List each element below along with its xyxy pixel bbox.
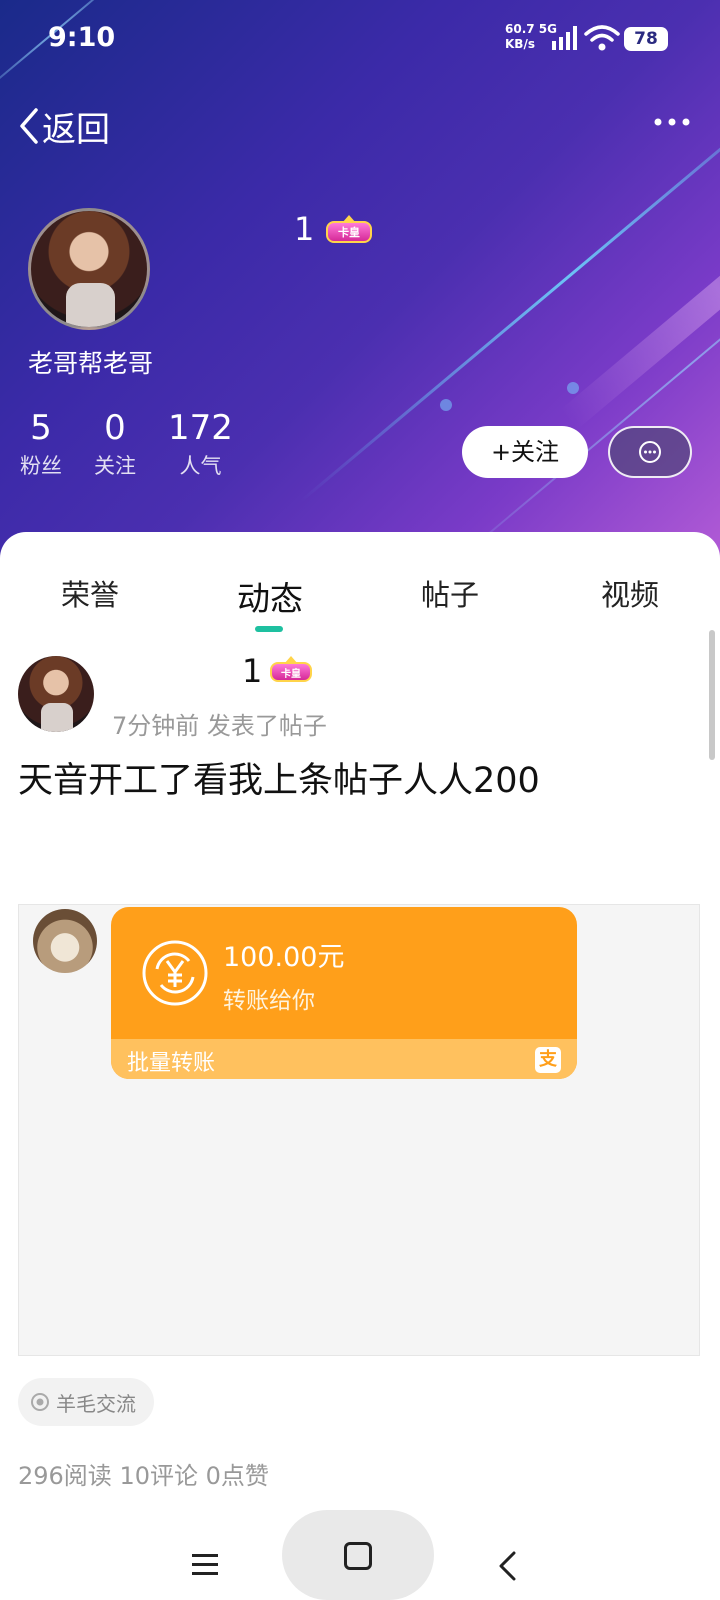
stat-label: 粉丝 <box>20 454 62 478</box>
tab-activity-label: 动态 <box>237 579 303 618</box>
message-button[interactable] <box>608 426 692 478</box>
post-action: 发表了帖子 <box>206 712 327 740</box>
tab-bar: 荣誉 动态 帖子 视频 <box>0 572 720 632</box>
system-nav-bar <box>0 1510 720 1600</box>
stat-following[interactable]: 0 关注 <box>94 408 136 480</box>
topic-icon <box>31 1393 49 1411</box>
menu-icon[interactable] <box>190 1552 220 1578</box>
user-level: 1 <box>294 210 315 248</box>
decor-dot <box>440 399 452 411</box>
tab-honor[interactable]: 荣誉 <box>0 572 180 632</box>
stat-label: 关注 <box>94 454 136 478</box>
scrollbar[interactable] <box>709 630 715 760</box>
post-meta: 7分钟前 发表了帖子 <box>112 706 327 741</box>
profile-header: 9:10 60.7 5G KB/s 78 返回 1 卡皇 老哥帮老哥 5 粉丝 … <box>0 0 720 560</box>
read-count: 296阅读 <box>18 1462 112 1490</box>
net-speed-unit: KB/s <box>505 37 535 51</box>
status-bar: 9:10 60.7 5G KB/s 78 <box>0 0 720 80</box>
battery-indicator: 78 <box>624 27 668 51</box>
net-speed-value: 60.7 <box>505 22 535 36</box>
stat-label: 人气 <box>179 454 222 478</box>
stat-value: 0 <box>104 408 126 448</box>
decor-beam <box>560 152 720 430</box>
topic-tag[interactable]: 羊毛交流 <box>18 1378 154 1426</box>
crown-badge: 卡皇 <box>270 656 312 682</box>
post-author-level: 1 <box>242 652 263 690</box>
like-count[interactable]: 0点赞 <box>206 1462 269 1490</box>
badge-text: 卡皇 <box>281 668 301 680</box>
post-time: 7分钟前 <box>112 712 200 740</box>
username: 老哥帮老哥 <box>28 349 154 378</box>
yuan-icon <box>142 940 208 1006</box>
badge-text: 卡皇 <box>338 226 360 239</box>
profile-stats: 5 粉丝 0 关注 172 人气 <box>20 408 265 480</box>
tab-posts[interactable]: 帖子 <box>360 572 540 632</box>
more-icon[interactable] <box>652 112 692 132</box>
chevron-left-icon <box>20 108 38 144</box>
batch-label: 批量转账 <box>127 1051 216 1076</box>
stat-value: 172 <box>168 408 233 448</box>
post-stats: 296阅读 10评论 0点赞 <box>18 1456 269 1491</box>
transfer-amount: 100.00元 <box>223 942 345 973</box>
tab-videos[interactable]: 视频 <box>540 572 720 632</box>
active-tab-indicator <box>255 626 283 632</box>
topic-label: 羊毛交流 <box>56 1391 136 1416</box>
transfer-card: 100.00元 转账给你 批量转账 支 <box>111 907 577 1079</box>
chat-icon <box>639 441 661 463</box>
decor-beam <box>420 140 720 560</box>
wifi-icon <box>584 25 620 51</box>
comment-count[interactable]: 10评论 <box>119 1462 198 1490</box>
crown-badge: 卡皇 <box>326 215 372 243</box>
alipay-icon: 支 <box>535 1047 561 1073</box>
chat-avatar <box>33 909 97 973</box>
signal-icon <box>552 26 577 50</box>
transfer-sub: 转账给你 <box>223 988 315 1014</box>
follow-button[interactable]: +关注 <box>462 426 588 478</box>
back-label: 返回 <box>42 109 110 150</box>
post-text[interactable]: 天音开工了看我上条帖子人人200 <box>18 752 540 803</box>
back-button[interactable]: 返回 <box>18 102 110 150</box>
stat-fans[interactable]: 5 粉丝 <box>20 408 62 480</box>
net-speed: 60.7 5G KB/s <box>505 22 557 52</box>
status-time: 9:10 <box>48 22 116 53</box>
tab-activity[interactable]: 动态 <box>180 572 360 632</box>
avatar[interactable] <box>28 208 150 330</box>
post-image[interactable]: 100.00元 转账给你 批量转账 支 <box>18 904 700 1356</box>
stat-value: 5 <box>30 408 52 448</box>
decor-dot <box>567 382 579 394</box>
stat-popularity: 172 人气 <box>168 408 233 480</box>
home-button[interactable] <box>282 1510 434 1600</box>
home-icon <box>344 1542 372 1570</box>
back-icon[interactable] <box>496 1550 520 1582</box>
post-author-avatar[interactable] <box>18 656 94 732</box>
